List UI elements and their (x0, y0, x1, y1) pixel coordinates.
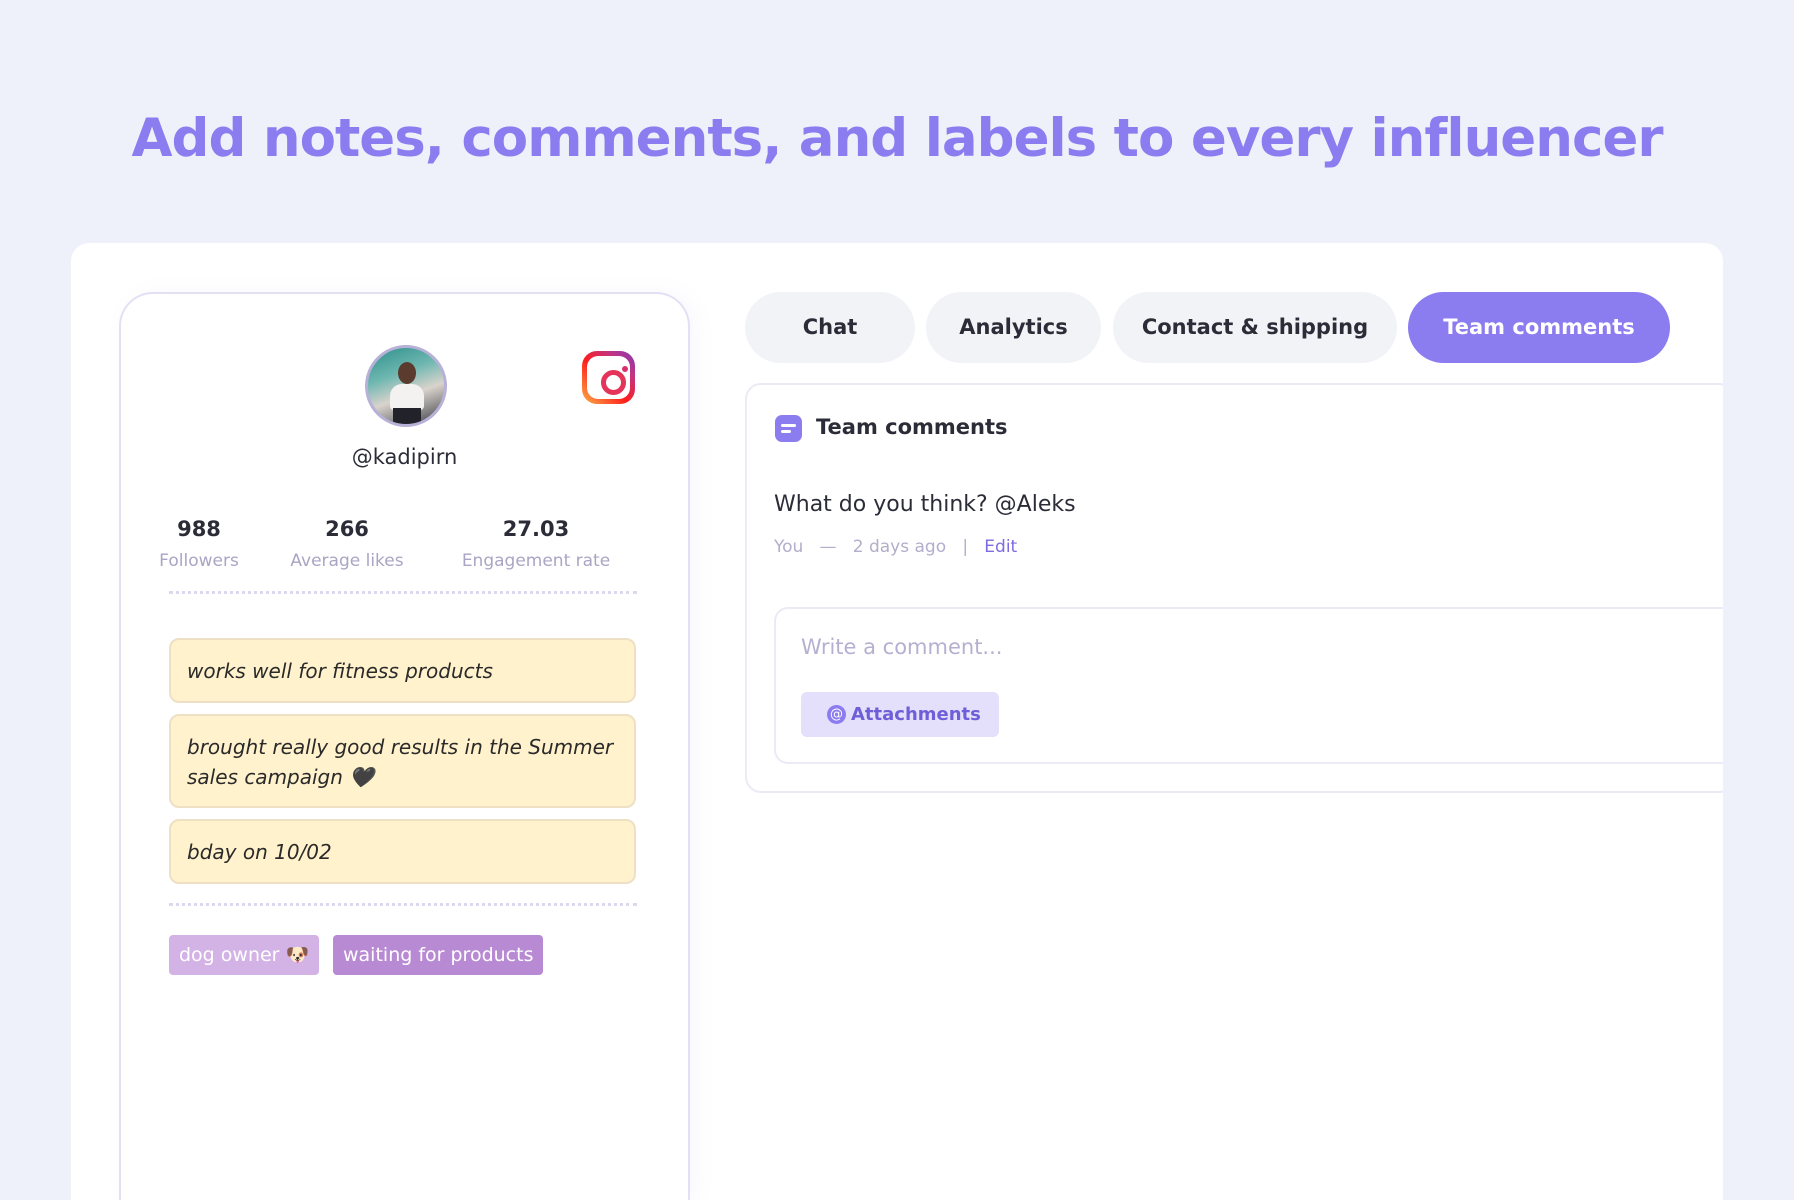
comment-meta: You — 2 days ago | Edit (774, 537, 1017, 557)
note-item[interactable]: brought really good results in the Summe… (169, 714, 636, 808)
attachments-button[interactable]: @ Attachments (801, 692, 999, 737)
label-tag[interactable]: dog owner 🐶 (169, 935, 320, 975)
stat-value: 27.03 (502, 517, 570, 541)
attachments-label: Attachments (851, 704, 981, 725)
team-comments-panel: Team comments What do you think? @Aleks … (745, 383, 1723, 793)
comments-title: Team comments (816, 415, 1008, 439)
avatar[interactable] (365, 345, 447, 427)
instagram-icon[interactable] (582, 351, 635, 404)
stat-label: Average likes (290, 551, 404, 571)
profile-handle: @kadipirn (351, 445, 458, 469)
headline: Add notes, comments, and labels to every… (131, 108, 1663, 169)
comment-composer[interactable]: Write a comment... @ Attachments (774, 607, 1723, 764)
comment-icon (775, 415, 802, 442)
note-item[interactable]: bday on 10/02 (169, 819, 636, 884)
stat-average-likes: 266 Average likes (277, 517, 417, 571)
comment-text: What do you think? @Aleks (774, 492, 1076, 517)
edit-comment-link[interactable]: Edit (984, 537, 1017, 557)
tab-chat[interactable]: Chat (745, 292, 915, 363)
note-item[interactable]: works well for fitness products (169, 638, 636, 703)
tab-analytics[interactable]: Analytics (926, 292, 1101, 363)
stat-value: 988 (177, 517, 221, 541)
label-tag[interactable]: waiting for products (333, 935, 544, 975)
meta-separator: — (819, 537, 837, 557)
stat-followers: 988 Followers (151, 517, 247, 571)
divider (169, 903, 637, 906)
meta-divider: | (962, 537, 969, 557)
tab-team-comments[interactable]: Team comments (1408, 292, 1670, 363)
stat-value: 266 (325, 517, 369, 541)
divider (169, 591, 637, 594)
stat-engagement-rate: 27.03 Engagement rate (431, 517, 641, 571)
comment-input[interactable]: Write a comment... (801, 635, 1002, 659)
main-panel: @kadipirn 988 Followers 266 Average like… (71, 243, 1723, 1200)
stat-label: Engagement rate (461, 551, 611, 571)
influencer-profile-card: @kadipirn 988 Followers 266 Average like… (119, 292, 690, 1200)
comment-time: 2 days ago (852, 537, 947, 557)
stat-label: Followers (159, 551, 239, 571)
attachment-icon: @ (827, 705, 846, 724)
tab-contact-shipping[interactable]: Contact & shipping (1113, 292, 1397, 363)
comment-author: You (774, 537, 804, 557)
